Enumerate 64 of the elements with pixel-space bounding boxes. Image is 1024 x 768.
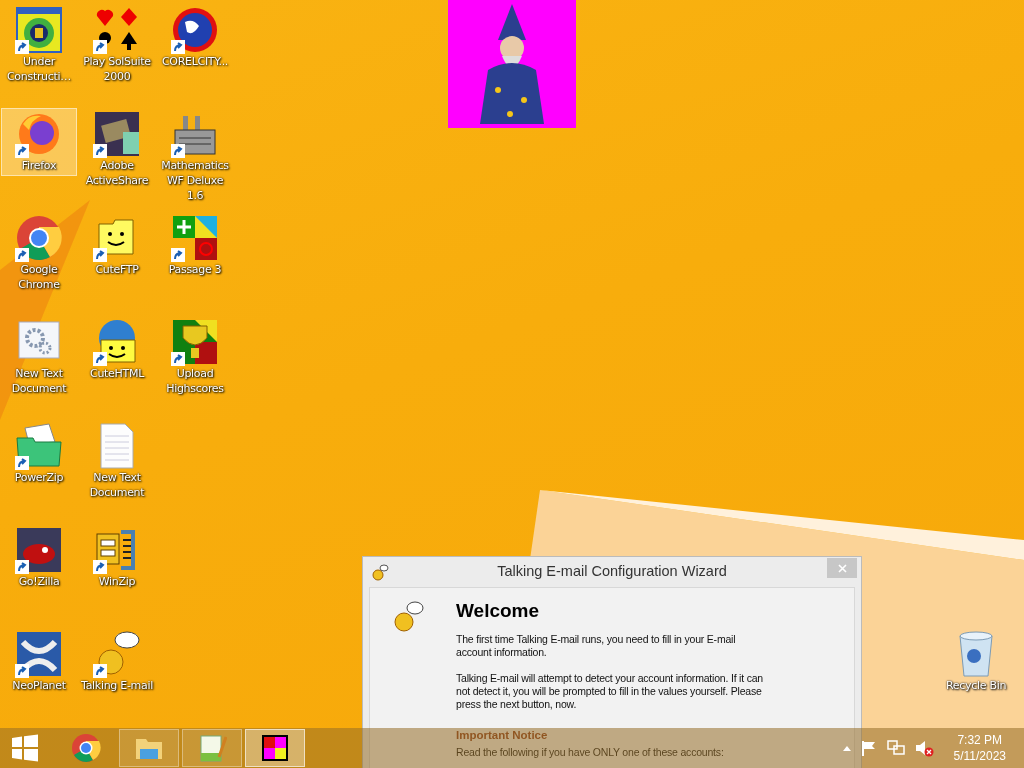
- chrome-icon: [71, 733, 101, 763]
- desktop-icon[interactable]: Go!Zilla: [1, 524, 77, 628]
- curved-x-icon[interactable]: [15, 630, 63, 678]
- desktop-icon[interactable]: Talking E-mail: [79, 628, 155, 732]
- icon-label: Under Constructi…: [5, 54, 72, 84]
- desktop-icon[interactable]: PowerZip: [1, 420, 77, 524]
- flag-icon[interactable]: [859, 739, 878, 757]
- trophy-icon[interactable]: [171, 318, 219, 366]
- desktop-icon[interactable]: New Text Document: [1, 316, 77, 420]
- notepad-pencil-icon: [197, 733, 227, 763]
- icon-label: Passage 3: [168, 262, 222, 277]
- color-blocks-icon[interactable]: [171, 214, 219, 262]
- desktop-icon[interactable]: CuteHTML: [79, 316, 155, 420]
- trash-bin-icon[interactable]: [956, 630, 996, 678]
- desktop-icon[interactable]: Mathematics WF Deluxe 1.6: [157, 108, 233, 212]
- icon-label: New Text Document: [10, 366, 68, 396]
- desktop-icon[interactable]: CORELCITY...: [157, 4, 233, 108]
- taskbar-button[interactable]: [245, 729, 305, 767]
- desktop-icon[interactable]: Play SolSuite 2000: [79, 4, 155, 108]
- icon-label: NeoPlanet: [12, 678, 66, 693]
- icon-label: WinZip: [98, 574, 136, 589]
- photo-card-icon[interactable]: [93, 110, 141, 158]
- desktop-icon[interactable]: Under Constructi…: [1, 4, 77, 108]
- clock[interactable]: 7:32 PM 5/11/2023: [953, 732, 1006, 764]
- dialog-heading: Welcome: [456, 600, 541, 623]
- icon-label: Play SolSuite 2000: [82, 54, 152, 84]
- desktop-icon[interactable]: NeoPlanet: [1, 628, 77, 732]
- dialog-paragraph: The first time Talking E-mail runs, you need to fill in your E-mail account information.: [456, 632, 737, 659]
- desktop-icon[interactable]: WinZip: [79, 524, 155, 628]
- icon-label: Go!Zilla: [18, 574, 60, 589]
- notice-text: Read the following if you have ONLY one of these accounts:: [456, 746, 725, 760]
- desktop-icon[interactable]: Upload Highscores: [157, 316, 233, 420]
- close-icon: [837, 564, 847, 574]
- icon-label: Recycle Bin: [945, 678, 1007, 693]
- icon-label: New Text Document: [88, 470, 146, 500]
- desktop-icon[interactable]: New Text Document: [79, 420, 155, 524]
- windows-logo-icon: [11, 734, 39, 762]
- icon-label: CuteFTP: [95, 262, 139, 277]
- icon-label: Adobe ActiveShare: [84, 158, 150, 188]
- eye-photo-icon[interactable]: [15, 526, 63, 574]
- icon-label: Mathematics WF Deluxe 1.6: [160, 158, 230, 203]
- dialog-paragraph: Talking E-mail will attempt to detect your account information. If it can not detect it, you will be prompted to fill in the values yourself. Please press the next button, now.: [456, 671, 764, 711]
- icon-label: Talking E-mail: [81, 678, 153, 693]
- desktop-icon[interactable]: Adobe ActiveShare: [79, 108, 155, 212]
- icon-label: CuteHTML: [90, 366, 144, 381]
- globe-gear-icon[interactable]: [171, 6, 219, 54]
- color-squares-icon: [260, 733, 290, 763]
- chrome-icon[interactable]: [15, 214, 63, 262]
- icon-label: Upload Highscores: [165, 366, 225, 396]
- icon-label: Google Chrome: [17, 262, 61, 292]
- icon-label: CORELCITY...: [161, 54, 229, 69]
- mail-mascot-icon: [392, 600, 426, 634]
- folder-icon[interactable]: [15, 422, 63, 470]
- notice-heading: Important Notice: [456, 727, 549, 743]
- desktop-icon[interactable]: Passage 3: [157, 212, 233, 316]
- desktop-icon[interactable]: Firefox: [1, 108, 77, 176]
- muted-speaker-icon[interactable]: [913, 739, 934, 757]
- window-title: Talking E-mail Configuration Wizard: [496, 562, 728, 582]
- desktop-icon[interactable]: Google Chrome: [1, 212, 77, 316]
- desktop-icon[interactable]: CuteFTP: [79, 212, 155, 316]
- app-icon: [371, 563, 389, 581]
- construction-icon[interactable]: [15, 6, 63, 54]
- icon-label: Firefox: [21, 158, 57, 173]
- icon-label: PowerZip: [14, 470, 64, 485]
